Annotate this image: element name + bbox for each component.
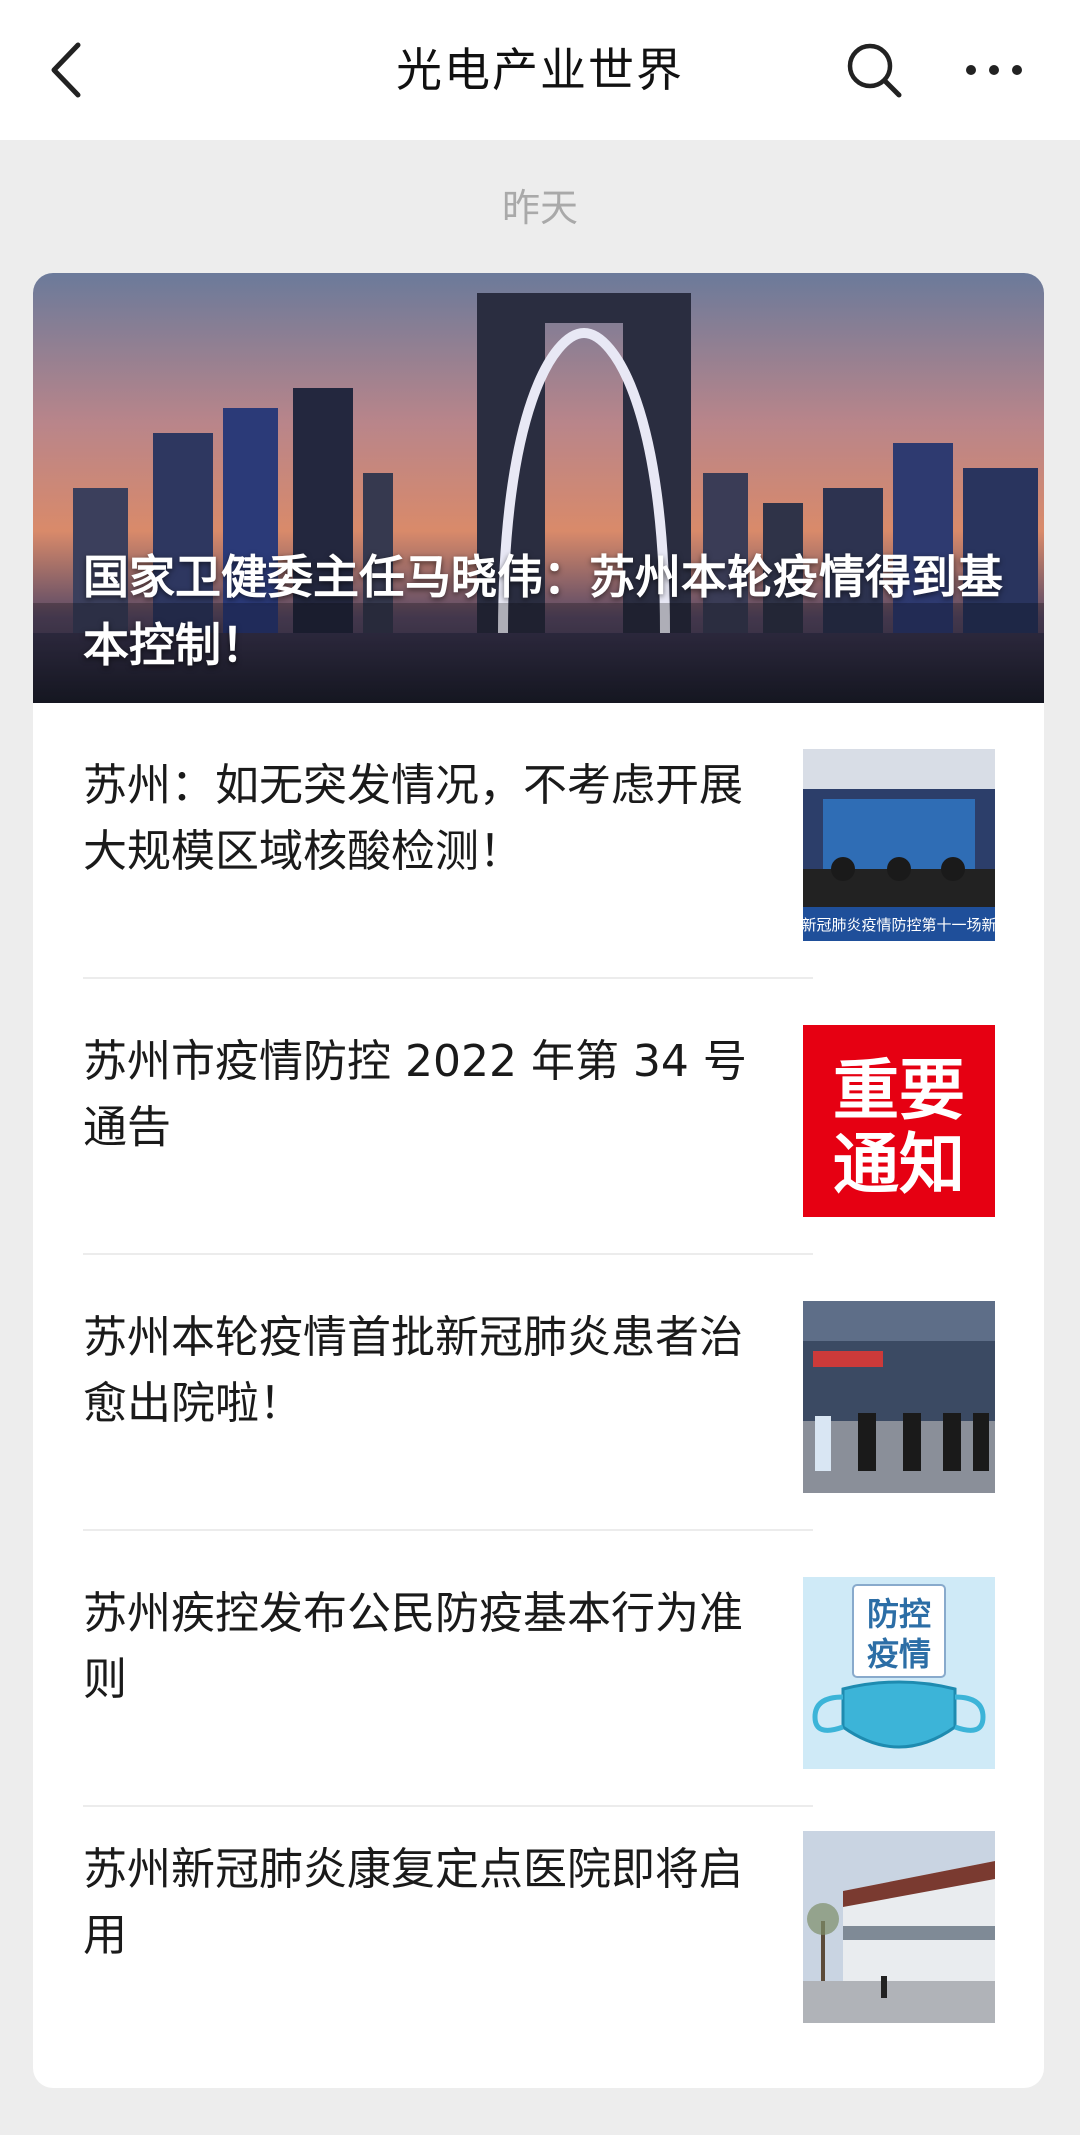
back-button[interactable]: [36, 35, 96, 105]
article-title: 苏州疾控发布公民防疫基本行为准则: [83, 1588, 743, 1705]
list-item[interactable]: 苏州本轮疫情首批新冠肺炎患者治愈出院啦！: [33, 1255, 1044, 1531]
hero-article-title: 国家卫健委主任马晓伟：苏州本轮疫情得到基本控制！: [83, 550, 1003, 672]
thumbnail-caption: 新冠肺炎疫情防控第十一场新: [803, 916, 995, 934]
more-button[interactable]: [958, 36, 1030, 104]
search-icon: [847, 43, 902, 98]
article-thumbnail: [803, 1301, 995, 1493]
article-thumbnail: [803, 1831, 995, 2023]
thumbnail-text-line1: 重要: [833, 1052, 965, 1129]
article-thumbnail: 重要 通知: [803, 1025, 995, 1217]
thumbnail-text-line2: 疫情: [867, 1635, 931, 1673]
article-title: 苏州本轮疫情首批新冠肺炎患者治愈出院啦！: [83, 1312, 743, 1429]
list-item[interactable]: 苏州市疫情防控 2022 年第 34 号通告 重要 通知: [33, 979, 1044, 1255]
list-item[interactable]: 苏州：如无突发情况，不考虑开展大规模区域核酸检测！ 新冠肺炎疫情防控第十一场新: [33, 703, 1044, 979]
article-thumbnail: 新冠肺炎疫情防控第十一场新: [803, 749, 995, 941]
article-group-card: 国家卫健委主任马晓伟：苏州本轮疫情得到基本控制！ 苏州：如无突发情况，不考虑开展…: [33, 273, 1044, 2088]
navigation-bar: 光电产业世界: [0, 0, 1080, 140]
date-label: 昨天: [501, 186, 578, 230]
article-title: 苏州新冠肺炎康复定点医院即将启用: [83, 1844, 743, 1961]
article-title: 苏州市疫情防控 2022 年第 34 号通告: [83, 1036, 747, 1153]
chevron-left-icon: [51, 42, 81, 98]
more-horizontal-icon: [966, 65, 1022, 75]
page-title: 光电产业世界: [396, 43, 684, 97]
hero-article[interactable]: 国家卫健委主任马晓伟：苏州本轮疫情得到基本控制！: [33, 273, 1044, 703]
thumbnail-text-line2: 通知: [833, 1126, 965, 1203]
article-title: 苏州：如无突发情况，不考虑开展大规模区域核酸检测！: [83, 760, 743, 877]
thumbnail-text-line1: 防控: [867, 1595, 931, 1633]
search-button[interactable]: [840, 36, 908, 104]
article-thumbnail: 防控 疫情: [803, 1577, 995, 1769]
list-item[interactable]: 苏州疾控发布公民防疫基本行为准则 防控 疫情: [33, 1531, 1044, 1807]
list-item[interactable]: 苏州新冠肺炎康复定点医院即将启用: [33, 1807, 1044, 2083]
